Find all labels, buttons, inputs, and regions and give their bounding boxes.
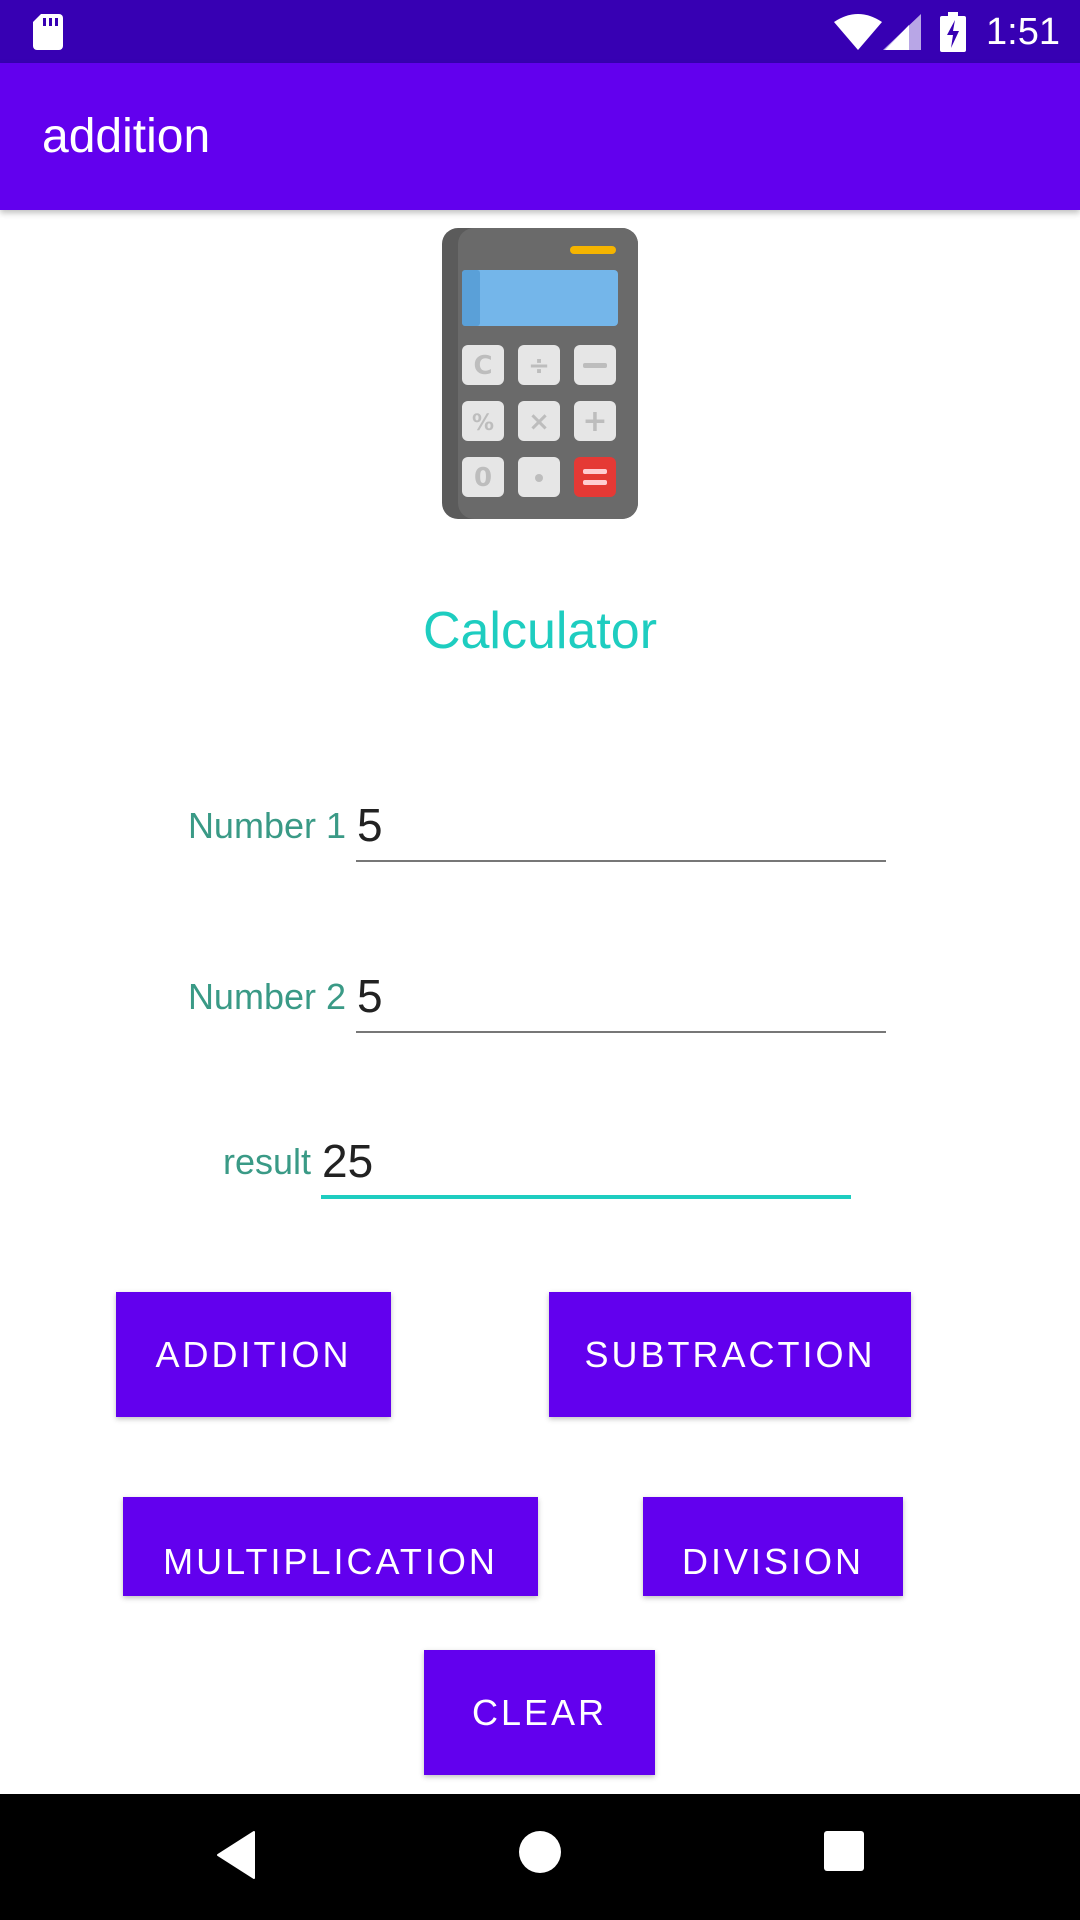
- multiplication-button[interactable]: MULTIPLICATION: [123, 1497, 538, 1596]
- addition-button[interactable]: ADDITION: [116, 1292, 391, 1417]
- number1-label: Number 1: [187, 805, 346, 846]
- number1-underline: [356, 860, 886, 862]
- home-icon[interactable]: [518, 1830, 562, 1874]
- number2-label: Number 2: [187, 976, 346, 1017]
- division-button[interactable]: DIVISION: [643, 1497, 903, 1596]
- number1-input[interactable]: 5: [355, 795, 887, 855]
- wifi-icon: [834, 14, 882, 50]
- recents-icon[interactable]: [823, 1830, 865, 1872]
- signal-icon: [883, 14, 921, 50]
- number2-underline: [356, 1031, 886, 1033]
- svg-text:×: ×: [528, 407, 550, 437]
- result-underline: [321, 1195, 851, 1199]
- sd-card-icon: [33, 14, 63, 50]
- result-input[interactable]: 25: [320, 1131, 852, 1191]
- subtraction-button[interactable]: SUBTRACTION: [549, 1292, 911, 1417]
- screen: 1:51 addition C ÷ % × + 0 Calculator Num…: [0, 0, 1080, 1920]
- svg-text:%: %: [472, 411, 494, 436]
- status-bar: 1:51: [0, 0, 1080, 63]
- svg-text:0: 0: [474, 463, 492, 493]
- result-label: result: [222, 1141, 311, 1182]
- svg-text:+: +: [582, 404, 607, 439]
- back-icon[interactable]: [214, 1830, 258, 1880]
- status-time: 1:51: [986, 11, 1060, 53]
- clear-button[interactable]: CLEAR: [424, 1650, 655, 1775]
- number2-input[interactable]: 5: [355, 966, 887, 1026]
- page-heading: Calculator: [422, 602, 658, 660]
- battery-charging-icon: [940, 12, 966, 52]
- app-title: addition: [42, 110, 211, 163]
- svg-text:÷: ÷: [528, 351, 550, 381]
- svg-text:C: C: [473, 351, 492, 381]
- navigation-bar: [0, 1794, 1080, 1920]
- app-bar: addition: [0, 63, 1080, 210]
- calculator-icon: C ÷ % × + 0: [442, 228, 638, 519]
